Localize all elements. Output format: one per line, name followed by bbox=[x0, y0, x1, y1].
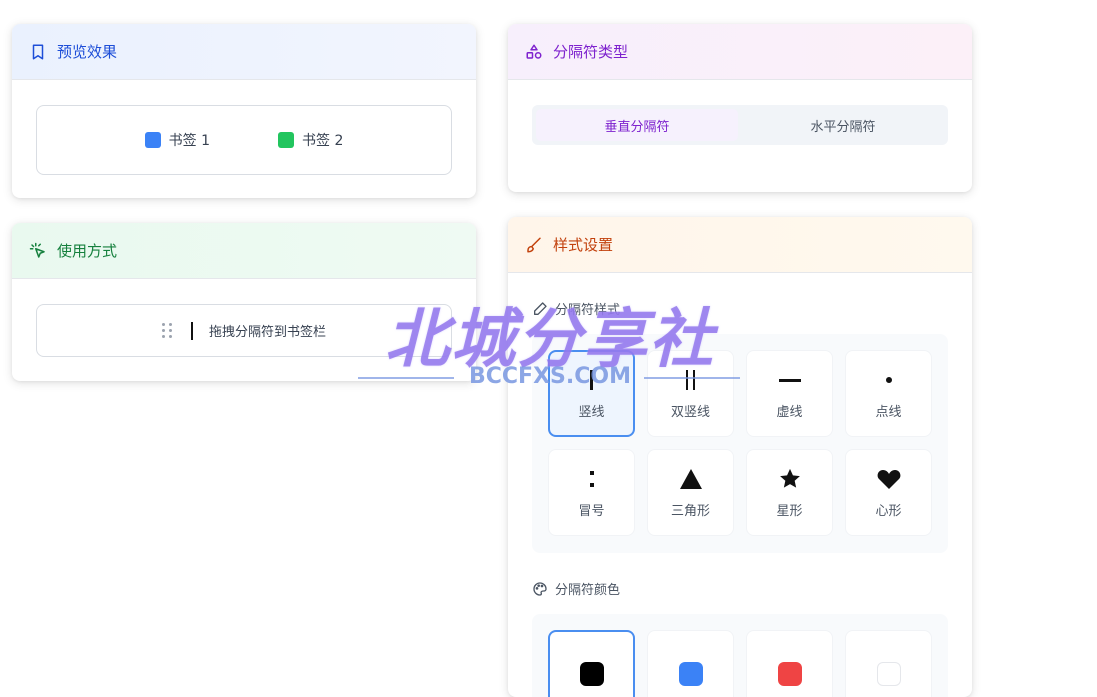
color-grid bbox=[532, 614, 948, 697]
separator-type-card: 分隔符类型 垂直分隔符 水平分隔符 bbox=[508, 24, 972, 192]
separator-type-toggle: 垂直分隔符 水平分隔符 bbox=[532, 105, 948, 145]
brush-icon bbox=[525, 236, 543, 254]
style-settings-card: 样式设置 分隔符样式 竖线 双竖线 虚线 点线 冒号 三角形 星形 心形 分隔符… bbox=[508, 217, 972, 697]
usage-header: 使用方式 bbox=[12, 223, 476, 279]
draggable-separator[interactable]: 拖拽分隔符到书签栏 bbox=[36, 304, 452, 357]
usage-card: 使用方式 拖拽分隔符到书签栏 bbox=[12, 223, 476, 381]
style-section-label: 分隔符样式 bbox=[532, 299, 620, 318]
bookmark-color-square bbox=[144, 132, 161, 148]
color-option-red[interactable] bbox=[746, 630, 833, 697]
color-option-black[interactable] bbox=[548, 630, 635, 697]
style-settings-title: 样式设置 bbox=[553, 236, 614, 254]
style-option-star[interactable]: 星形 bbox=[746, 449, 833, 536]
cursor-click-icon bbox=[29, 242, 47, 260]
separator-type-title: 分隔符类型 bbox=[553, 43, 629, 61]
bookmark-item-2[interactable]: 书签 2 bbox=[278, 130, 343, 150]
style-option-double-line[interactable]: 双竖线 bbox=[647, 350, 734, 437]
bookmark-item-1[interactable]: 书签 1 bbox=[144, 130, 210, 150]
tab-vertical[interactable]: 垂直分隔符 bbox=[536, 109, 738, 141]
style-option-dot[interactable]: 点线 bbox=[845, 350, 932, 437]
usage-title: 使用方式 bbox=[57, 242, 118, 260]
drag-handle-icon[interactable] bbox=[161, 323, 173, 338]
pen-icon bbox=[534, 301, 547, 315]
color-option-white[interactable] bbox=[845, 630, 932, 697]
style-option-dash[interactable]: 虚线 bbox=[746, 350, 833, 437]
style-settings-header: 样式设置 bbox=[508, 217, 972, 273]
palette-icon bbox=[533, 581, 547, 596]
bookmark-label: 书签 2 bbox=[302, 133, 344, 149]
tab-horizontal[interactable]: 水平分隔符 bbox=[742, 109, 944, 141]
preview-title: 预览效果 bbox=[57, 43, 118, 61]
style-option-vertical-line[interactable]: 竖线 bbox=[548, 350, 635, 437]
style-option-colon[interactable]: 冒号 bbox=[548, 449, 635, 536]
preview-card: 预览效果 书签 1 书签 2 bbox=[12, 24, 476, 198]
bookmark-icon bbox=[29, 43, 47, 61]
style-option-heart[interactable]: 心形 bbox=[845, 449, 932, 536]
color-option-blue[interactable] bbox=[647, 630, 734, 697]
separator-type-header: 分隔符类型 bbox=[508, 24, 972, 80]
bookmark-color-square bbox=[278, 132, 294, 148]
preview-header: 预览效果 bbox=[12, 24, 476, 80]
bookmark-label: 书签 1 bbox=[168, 133, 210, 149]
style-option-triangle[interactable]: 三角形 bbox=[647, 449, 734, 536]
bookmark-bar-preview: 书签 1 书签 2 bbox=[36, 105, 452, 175]
separator-preview bbox=[190, 321, 193, 340]
color-section-label: 分隔符颜色 bbox=[532, 579, 620, 598]
style-grid: 竖线 双竖线 虚线 点线 冒号 三角形 星形 心形 bbox=[532, 334, 948, 553]
usage-hint: 拖拽分隔符到书签栏 bbox=[208, 325, 326, 340]
shapes-icon bbox=[525, 43, 543, 61]
